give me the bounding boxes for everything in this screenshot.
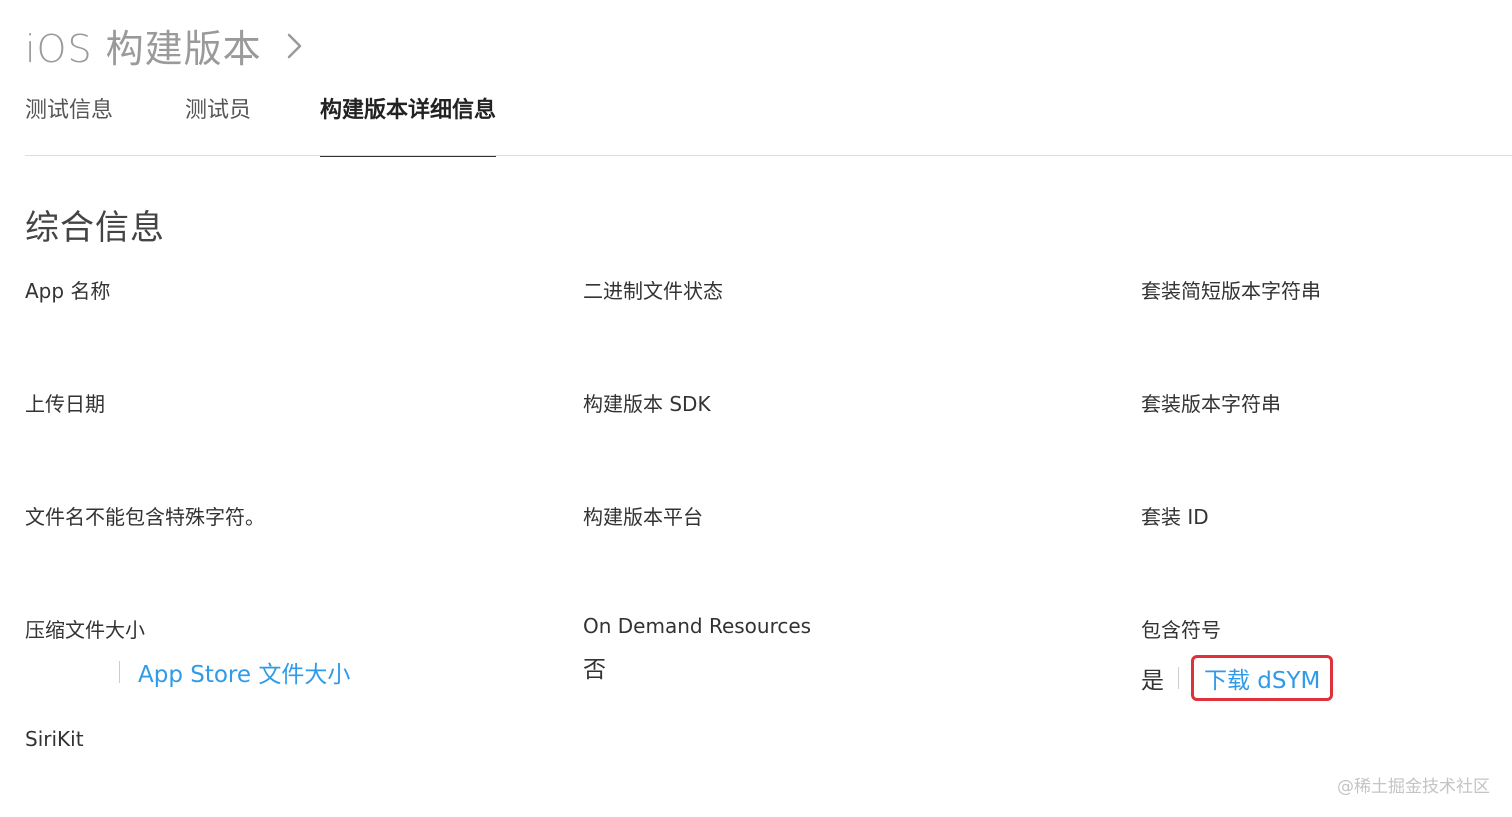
- field-label: App 名称: [25, 279, 111, 303]
- symbols-value: 是: [1141, 668, 1164, 694]
- field-label: 构建版本平台: [583, 505, 703, 529]
- tab-build-details[interactable]: 构建版本详细信息: [320, 92, 497, 157]
- field-build-sdk: 构建版本 SDK: [583, 388, 711, 417]
- tab-test-info[interactable]: 测试信息: [25, 92, 113, 155]
- section-title: 综合信息: [25, 208, 165, 248]
- download-dsym-highlight: 下载 dSYM: [1191, 655, 1334, 701]
- app-store-file-size-link[interactable]: App Store 文件大小: [138, 655, 350, 689]
- value-separator: [1178, 667, 1179, 689]
- field-build-platform: 构建版本平台: [583, 501, 703, 530]
- tab-divider: [25, 155, 1512, 156]
- field-value: App Store 文件大小: [25, 655, 350, 689]
- field-compressed-size: 压缩文件大小 App Store 文件大小: [25, 614, 350, 689]
- field-value: 否: [583, 657, 606, 683]
- field-label: 套装简短版本字符串: [1141, 279, 1321, 303]
- value-separator: [119, 661, 120, 683]
- page-title: iOS 构建版本: [25, 27, 262, 71]
- field-bundle-version: 套装版本字符串: [1141, 388, 1281, 417]
- field-value: 是 下载 dSYM: [1141, 655, 1334, 701]
- field-label: 包含符号: [1141, 618, 1221, 642]
- field-sirikit: SiriKit: [25, 727, 84, 751]
- tab-bar: 测试信息 测试员 构建版本详细信息: [0, 92, 1512, 157]
- download-dsym-link[interactable]: 下载 dSYM: [1204, 668, 1320, 694]
- field-label: SiriKit: [25, 727, 84, 751]
- tab-testers[interactable]: 测试员: [185, 92, 251, 155]
- field-short-version: 套装简短版本字符串: [1141, 275, 1321, 304]
- breadcrumb[interactable]: iOS 构建版本: [25, 18, 306, 73]
- field-label: 二进制文件状态: [583, 279, 723, 303]
- field-upload-date: 上传日期: [25, 388, 105, 417]
- field-label: 套装版本字符串: [1141, 392, 1281, 416]
- field-on-demand-resources: On Demand Resources 否: [583, 614, 811, 684]
- field-label: 上传日期: [25, 392, 105, 416]
- build-details-page: iOS 构建版本 测试信息 测试员 构建版本详细信息 综合信息 App 名称 二…: [0, 0, 1512, 817]
- watermark: @稀土掘金技术社区: [1337, 777, 1490, 797]
- field-app-name: App 名称: [25, 275, 110, 304]
- field-filename-note: 文件名不能包含特殊字符。: [25, 501, 265, 530]
- field-label: 构建版本 SDK: [583, 392, 711, 416]
- field-binary-status: 二进制文件状态: [583, 275, 723, 304]
- field-includes-symbols: 包含符号 是 下载 dSYM: [1141, 614, 1334, 701]
- field-bundle-id: 套装 ID: [1141, 501, 1209, 530]
- field-label: On Demand Resources: [583, 614, 812, 638]
- chevron-right-icon: [287, 33, 301, 58]
- field-label: 套装 ID: [1141, 505, 1209, 529]
- field-label: 压缩文件大小: [25, 618, 145, 642]
- field-label: 文件名不能包含特殊字符。: [25, 505, 265, 529]
